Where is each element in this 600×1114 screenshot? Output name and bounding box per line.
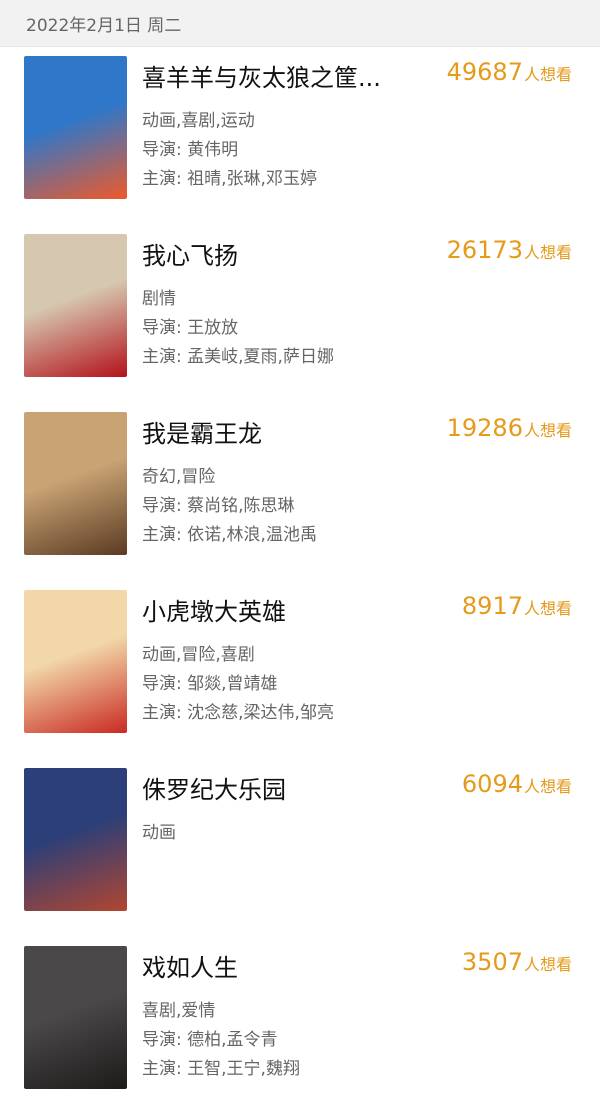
want-to-see-count: 19286人想看 — [447, 414, 572, 442]
want-to-see-label: 人想看 — [523, 65, 572, 84]
want-to-see-number: 6094 — [461, 770, 523, 798]
movie-item[interactable]: 喜羊羊与灰太狼之筐... 49687人想看动画,喜剧,运动 导演: 黄伟明主演: 祖… — [0, 46, 600, 224]
movie-item[interactable]: 侏罗纪大乐园 6094人想看动画 — [0, 758, 600, 936]
want-to-see-count: 26173人想看 — [447, 236, 572, 264]
movie-cast: 主演: 沈念慈,梁达伟,邹亮 — [142, 703, 334, 723]
movie-title[interactable]: 喜羊羊与灰太狼之筐... — [142, 58, 381, 93]
want-to-see-label: 人想看 — [523, 421, 572, 440]
movie-meta: 喜剧,爱情导演: 德柏,孟令青主演: 王智,王宁,魏翔 — [142, 997, 300, 1084]
movie-director: 导演: 德柏,孟令青 — [142, 1030, 278, 1050]
movie-title[interactable]: 戏如人生 — [142, 948, 238, 983]
movie-poster[interactable] — [24, 768, 127, 911]
movie-director: 导演: 黄伟明 — [142, 140, 239, 160]
movie-director: 导演: 王放放 — [142, 318, 239, 338]
movie-title[interactable]: 我是霸王龙 — [142, 414, 262, 449]
want-to-see-label: 人想看 — [523, 243, 572, 262]
want-to-see-number: 26173 — [446, 236, 523, 264]
want-to-see-label: 人想看 — [523, 777, 572, 796]
want-to-see-count: 49687人想看 — [447, 58, 572, 86]
movie-item[interactable]: 我心飞扬 26173人想看剧情导演: 王放放主演: 孟美岐,夏雨,萨日娜 — [0, 224, 600, 402]
movie-genre: 动画 — [142, 823, 176, 843]
movie-genre: 奇幻,冒险 — [142, 467, 216, 487]
movie-cast: 主演: 祖晴,张琳,邓玉婷 — [142, 169, 317, 189]
movie-poster[interactable] — [24, 412, 127, 555]
movie-meta: 奇幻,冒险导演: 蔡尚铭,陈思琳主演: 依诺,林浪,温池禹 — [142, 463, 317, 550]
movie-meta: 剧情导演: 王放放主演: 孟美岐,夏雨,萨日娜 — [142, 285, 334, 372]
date-header: 2022年2月1日 周二 — [26, 16, 182, 36]
movie-item[interactable]: 小虎墩大英雄 8917人想看动画,冒险,喜剧导演: 邹燚,曾靖雄主演: 沈念慈,梁… — [0, 580, 600, 758]
want-to-see-number: 49687 — [446, 58, 523, 86]
movie-item[interactable]: 戏如人生 3507人想看喜剧,爱情导演: 德柏,孟令青主演: 王智,王宁,魏翔 — [0, 936, 600, 1114]
movie-title[interactable]: 侏罗纪大乐园 — [142, 770, 286, 805]
want-to-see-number: 3507 — [461, 948, 523, 976]
want-to-see-count: 6094人想看 — [462, 770, 572, 798]
movie-genre: 动画,冒险,喜剧 — [142, 645, 255, 665]
want-to-see-number: 8917 — [461, 592, 523, 620]
movie-cast: 主演: 孟美岐,夏雨,萨日娜 — [142, 347, 334, 367]
movie-genre: 动画,喜剧,运动 — [142, 111, 255, 131]
movie-genre: 剧情 — [142, 289, 176, 309]
movie-title[interactable]: 我心飞扬 — [142, 236, 238, 271]
movie-meta: 动画,喜剧,运动 导演: 黄伟明主演: 祖晴,张琳,邓玉婷 — [142, 107, 317, 194]
date-header-bar: 2022年2月1日 周二 — [0, 0, 600, 47]
movie-cast: 主演: 王智,王宁,魏翔 — [142, 1059, 300, 1079]
movie-poster[interactable] — [24, 234, 127, 377]
want-to-see-number: 19286 — [446, 414, 523, 442]
movie-poster[interactable] — [24, 946, 127, 1089]
movie-director: 导演: 蔡尚铭,陈思琳 — [142, 496, 295, 516]
want-to-see-count: 3507人想看 — [462, 948, 572, 976]
movie-title[interactable]: 小虎墩大英雄 — [142, 592, 286, 627]
want-to-see-label: 人想看 — [523, 599, 572, 618]
want-to-see-count: 8917人想看 — [462, 592, 572, 620]
want-to-see-label: 人想看 — [523, 955, 572, 974]
movie-cast: 主演: 依诺,林浪,温池禹 — [142, 525, 317, 545]
movie-poster[interactable] — [24, 590, 127, 733]
movie-director: 导演: 邹燚,曾靖雄 — [142, 674, 278, 694]
movie-item[interactable]: 我是霸王龙 19286人想看奇幻,冒险导演: 蔡尚铭,陈思琳主演: 依诺,林浪,温… — [0, 402, 600, 580]
movie-meta: 动画,冒险,喜剧导演: 邹燚,曾靖雄主演: 沈念慈,梁达伟,邹亮 — [142, 641, 334, 728]
movie-poster[interactable] — [24, 56, 127, 199]
movie-meta: 动画 — [142, 819, 176, 848]
movie-genre: 喜剧,爱情 — [142, 1001, 216, 1021]
